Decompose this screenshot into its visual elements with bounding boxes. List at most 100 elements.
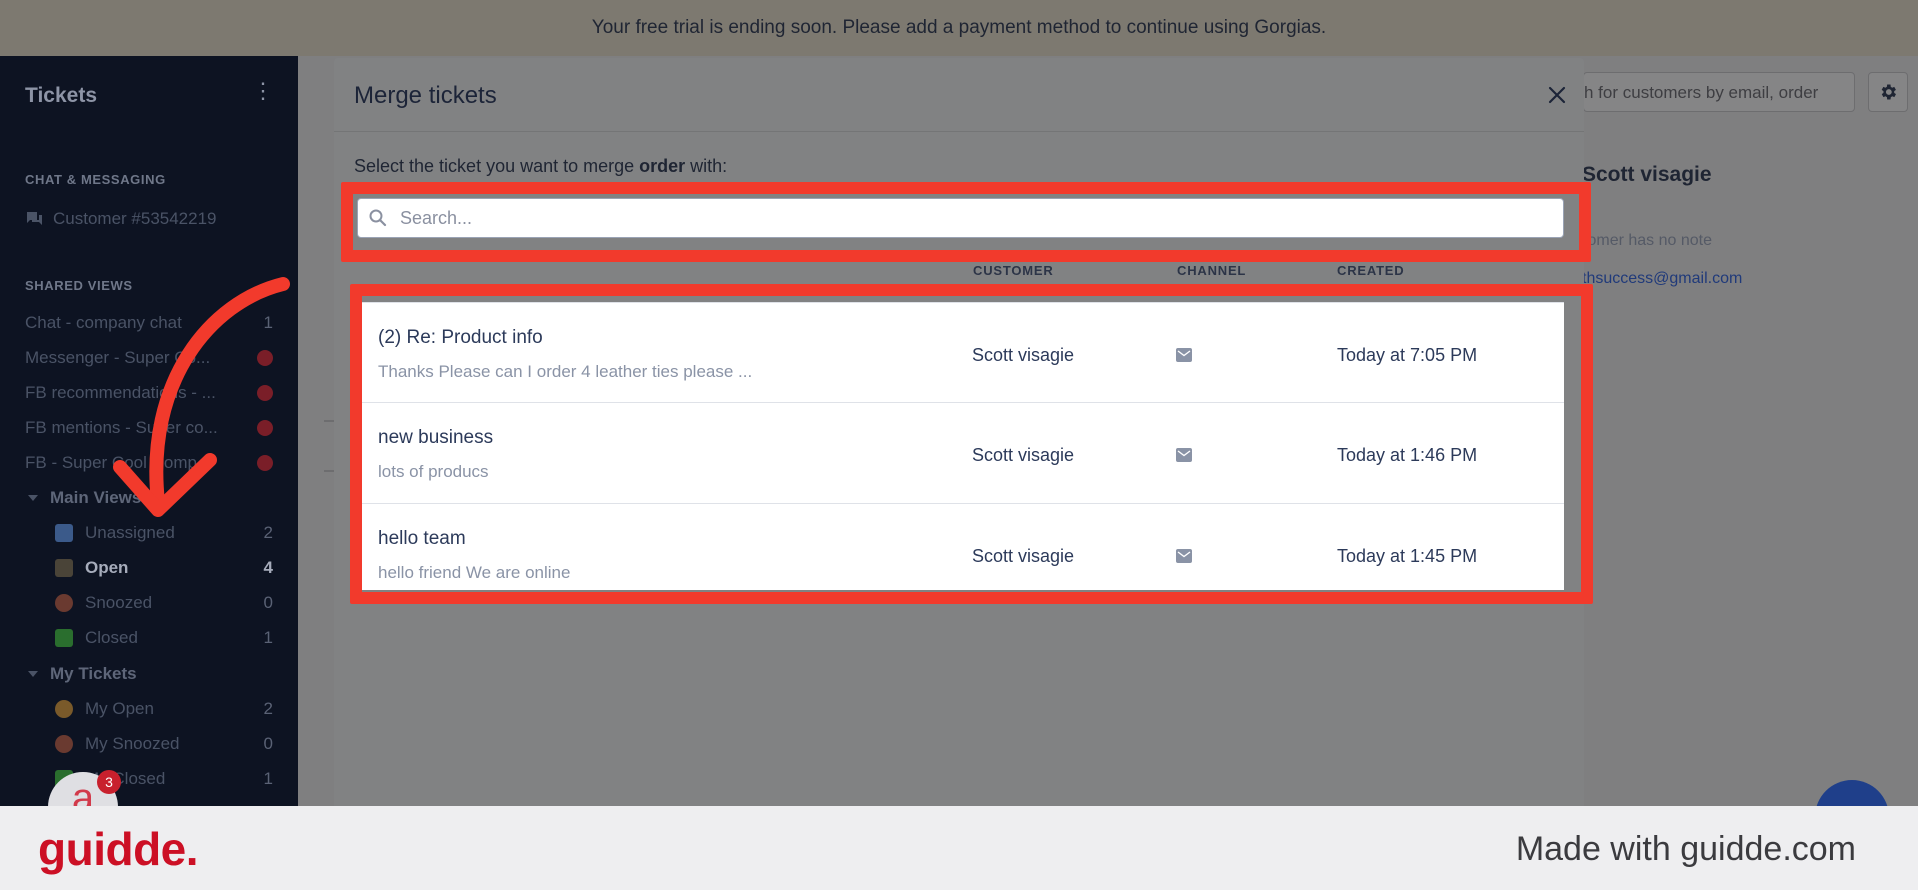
- ticket-created: Today at 1:46 PM: [1337, 445, 1478, 465]
- ticket-row[interactable]: new business lots of producs Scott visag…: [362, 403, 1564, 504]
- chat-icon: [26, 212, 42, 225]
- customer-search-input[interactable]: h for customers by email, order: [1583, 72, 1855, 112]
- sidebar-item-label: FB mentions - Super co...: [25, 418, 218, 437]
- background-divider: [324, 420, 334, 422]
- ticket-customer: Scott visagie: [972, 546, 1075, 566]
- close-icon: [1548, 86, 1566, 104]
- ticket-search-input[interactable]: [400, 207, 1520, 229]
- ticket-created: Today at 7:05 PM: [1337, 345, 1478, 365]
- column-header-created: CREATED: [1337, 263, 1405, 278]
- sidebar-item-label: Chat - company chat: [25, 313, 182, 332]
- ticket-subject: hello team: [378, 528, 466, 549]
- trial-banner-text: Your free trial is ending soon. Please a…: [591, 17, 1327, 38]
- sidebar-item-label: Customer #53542219: [53, 209, 217, 228]
- modal-title: Merge tickets: [354, 82, 497, 109]
- sidebar-item-my-open[interactable]: My Open 2: [55, 696, 273, 722]
- customer-search-placeholder: h for customers by email, order: [1584, 83, 1819, 102]
- ticket-preview: Thanks Please can I order 4 leather ties…: [378, 362, 753, 381]
- instruction-keyword: order: [639, 156, 686, 176]
- sidebar-item-closed[interactable]: Closed 1: [55, 625, 273, 651]
- sidebar-item-label: Unassigned: [85, 523, 175, 542]
- collapse-caret-icon: [28, 495, 38, 501]
- ticket-subject: new business: [378, 427, 494, 448]
- ticket-row[interactable]: (2) Re: Product info Thanks Please can I…: [362, 302, 1564, 403]
- sidebar-item-count: 1: [263, 313, 273, 332]
- ticket-list: (2) Re: Product info Thanks Please can I…: [362, 302, 1564, 590]
- email-icon: [1176, 348, 1192, 362]
- sidebar-item-label: My Snoozed: [85, 734, 180, 753]
- ticket-subject: (2) Re: Product info: [378, 327, 543, 348]
- customer-name: Scott visagie: [1582, 163, 1712, 186]
- sidebar-item-label: FB - Super Cool Comp...: [25, 453, 212, 472]
- alarm-clock-emoji-icon: [55, 735, 73, 753]
- ticket-row[interactable]: hello team hello friend We are online Sc…: [362, 504, 1564, 605]
- group-main-views[interactable]: Main Views: [28, 488, 141, 508]
- ticket-created: Today at 1:45 PM: [1337, 546, 1478, 566]
- sidebar-item-count: 0: [263, 593, 273, 612]
- hand-emoji-icon: [55, 700, 73, 718]
- sidebar-item-count: 1: [263, 769, 273, 788]
- column-header-channel: CHANNEL: [1177, 263, 1247, 278]
- section-chat-messaging: CHAT & MESSAGING: [25, 172, 166, 187]
- sidebar-item-my-snoozed[interactable]: My Snoozed 0: [55, 731, 273, 757]
- sidebar-item-shared-view[interactable]: FB recommendations - ...: [25, 380, 273, 406]
- close-button[interactable]: [1544, 82, 1570, 108]
- sidebar-item-shared-view[interactable]: FB - Super Cool Comp...: [25, 450, 273, 476]
- sidebar-item-label: Snoozed: [85, 593, 153, 612]
- section-shared-views: SHARED VIEWS: [25, 278, 133, 293]
- collapse-caret-icon: [28, 671, 38, 677]
- sidebar-item-count: 2: [263, 699, 273, 718]
- unread-badge: [257, 420, 273, 436]
- sidebar-item-label: FB recommendations - ...: [25, 383, 216, 402]
- ticket-preview: hello friend We are online: [378, 563, 571, 582]
- sidebar-item-shared-view[interactable]: FB mentions - Super co...: [25, 415, 273, 441]
- sidebar-item-label: Closed: [85, 628, 138, 647]
- footer: guidde. Made with guidde.com: [0, 806, 1918, 890]
- unread-badge: [257, 350, 273, 366]
- sidebar-item-unassigned[interactable]: Unassigned 2: [55, 520, 273, 546]
- email-icon: [1176, 549, 1192, 563]
- search-icon: [369, 209, 387, 227]
- unread-badge: [257, 385, 273, 401]
- sidebar-title: Tickets: [25, 84, 97, 107]
- gear-icon: [1881, 84, 1896, 100]
- sidebar-item-count: 0: [263, 734, 273, 753]
- check-mark-emoji-icon: [55, 629, 73, 647]
- sidebar-item-count: 1: [263, 628, 273, 647]
- merge-instruction: Select the ticket you want to merge orde…: [354, 156, 727, 177]
- sidebar: Tickets ⋮ CHAT & MESSAGING Customer #535…: [0, 56, 298, 806]
- customer-email[interactable]: thsuccess@gmail.com: [1582, 270, 1762, 288]
- sidebar-item-chat-customer[interactable]: Customer #53542219: [25, 206, 273, 232]
- made-with-text: Made with guidde.com: [1515, 830, 1856, 868]
- settings-button[interactable]: [1868, 72, 1908, 112]
- column-header-customer: CUSTOMER: [973, 263, 1054, 278]
- sidebar-item-open[interactable]: Open 4: [55, 555, 273, 581]
- group-label: My Tickets: [50, 664, 137, 683]
- email-icon: [1176, 448, 1192, 462]
- sidebar-item-count: 4: [263, 558, 273, 577]
- alarm-clock-emoji-icon: [55, 594, 73, 612]
- sidebar-item-shared-view[interactable]: Messenger - Super Co...: [25, 345, 273, 371]
- background-divider: [324, 470, 334, 472]
- modal-header: Merge tickets: [334, 58, 1584, 132]
- group-my-tickets[interactable]: My Tickets: [28, 664, 137, 684]
- guidde-logo: guidde.: [38, 823, 199, 875]
- instruction-prefix: Select the ticket you want to merge: [354, 156, 640, 176]
- sidebar-item-snoozed[interactable]: Snoozed 0: [55, 590, 273, 616]
- sidebar-item-label: My Open: [85, 699, 154, 718]
- notification-badge: 3: [97, 770, 121, 794]
- unread-badge: [257, 455, 273, 471]
- group-label: Main Views: [50, 488, 142, 507]
- ticket-customer: Scott visagie: [972, 445, 1075, 465]
- ticket-preview: lots of producs: [378, 462, 489, 481]
- ticket-customer: Scott visagie: [972, 345, 1075, 365]
- sidebar-item-shared-view[interactable]: Chat - company chat 1: [25, 310, 273, 336]
- ticket-search-field[interactable]: [357, 198, 1564, 238]
- sidebar-item-label: Messenger - Super Co...: [25, 348, 211, 367]
- sidebar-item-label: Open: [85, 558, 129, 577]
- inbox-emoji-icon: [55, 559, 73, 577]
- more-options-icon[interactable]: ⋮: [252, 80, 274, 102]
- trial-banner: Your free trial is ending soon. Please a…: [0, 0, 1918, 56]
- sidebar-item-count: 2: [263, 523, 273, 542]
- customer-note: Customer has no note.: [1582, 232, 1712, 249]
